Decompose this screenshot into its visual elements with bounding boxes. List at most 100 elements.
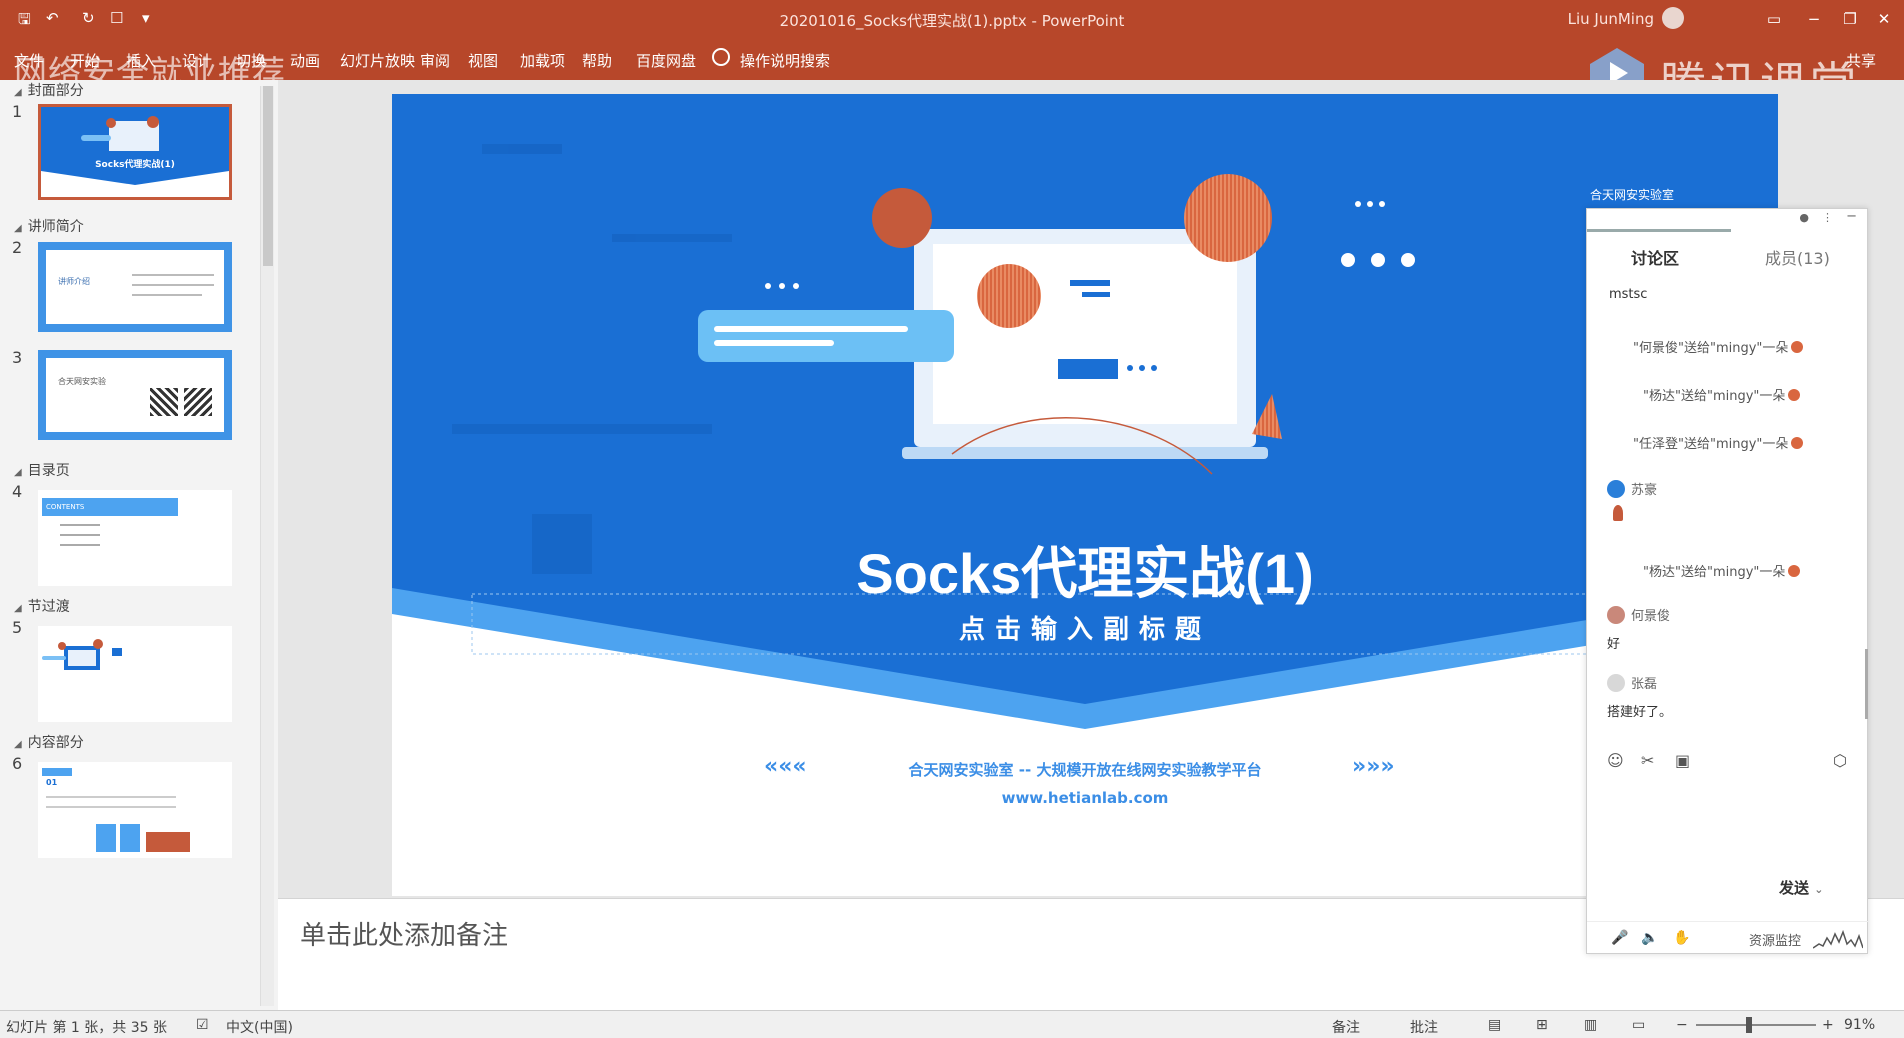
thumb-text: 讲师介绍 <box>58 277 90 286</box>
avatar[interactable] <box>1607 480 1625 498</box>
slide-thumbnail-2[interactable]: 讲师介绍 <box>38 242 232 332</box>
chat-message: mstsc <box>1609 287 1648 302</box>
speaker-icon[interactable]: 🔈 <box>1641 930 1658 946</box>
slide-number: 4 <box>12 482 23 501</box>
thumbnail-scrollbar[interactable] <box>260 86 274 1006</box>
flower-icon <box>1791 437 1804 449</box>
scissors-icon[interactable]: ✂ <box>1641 751 1654 770</box>
slide-title[interactable]: Socks代理实战(1) <box>392 529 1778 610</box>
tab-slideshow[interactable]: 幻灯片放映 <box>340 50 415 71</box>
emoji-icon[interactable]: ☺ <box>1607 751 1624 770</box>
slide-thumbnail-pane: ◢ 封面部分 1 Socks代理实战(1) ◢ 讲师简介 2 讲师介绍 3 合天… <box>0 80 278 1010</box>
section-cover[interactable]: ◢ 封面部分 <box>14 80 84 100</box>
collapse-icon[interactable]: ◢ <box>14 223 22 234</box>
flower-icon <box>1791 341 1804 353</box>
comments-toggle-button[interactable]: 批注 <box>1410 1017 1438 1037</box>
zoom-level[interactable]: 91% <box>1844 1017 1875 1033</box>
language-indicator[interactable]: 中文(中国) <box>226 1017 293 1037</box>
tencent-chat-panel: ● ⋮ − 讨论区 成员(13) mstsc "何景俊"送给"mingy"一朵 … <box>1586 208 1869 955</box>
zoom-in-icon[interactable]: + <box>1822 1017 1834 1033</box>
chevron-down-icon[interactable]: ⌄ <box>1814 883 1823 896</box>
tab-view[interactable]: 视图 <box>468 50 498 71</box>
slide-count: 幻灯片 第 1 张，共 35 张 <box>6 1020 167 1036</box>
section-transition[interactable]: ◢ 节过渡 <box>14 596 70 616</box>
slide-thumbnail-3[interactable]: 合天网安实验 <box>38 350 232 440</box>
slide-sorter-icon[interactable]: ⊞ <box>1536 1017 1548 1033</box>
section-instructor[interactable]: ◢ 讲师简介 <box>14 216 84 236</box>
tab-review[interactable]: 审阅 <box>420 50 450 71</box>
hand-icon[interactable]: ✋ <box>1673 930 1690 946</box>
minimize-icon[interactable]: − <box>1794 6 1834 32</box>
collapse-icon[interactable]: ◢ <box>14 87 22 98</box>
chat-progress-bar <box>1587 229 1731 232</box>
tab-baidu-netdisk[interactable]: 百度网盘 <box>636 50 696 71</box>
pin-icon[interactable]: ● <box>1799 211 1809 224</box>
tab-discussion[interactable]: 讨论区 <box>1631 245 1679 269</box>
image-icon[interactable]: ▣ <box>1675 751 1690 770</box>
thumb-text: 合天网安实验 <box>58 377 106 386</box>
thumb-text: CONTENTS <box>42 498 178 516</box>
more-icon[interactable]: ⋮ <box>1822 211 1833 224</box>
user-name[interactable]: Liu JunMing <box>1568 10 1654 28</box>
powerpoint-window: 🖫 ↶ ↻ ☐ ▾ 20201016_Socks代理实战(1).pptx - P… <box>0 0 1904 1038</box>
lightbulb-icon[interactable] <box>712 48 730 66</box>
avatar[interactable] <box>1607 606 1625 624</box>
zoom-out-icon[interactable]: − <box>1676 1017 1688 1033</box>
normal-view-icon[interactable]: ▤ <box>1488 1017 1501 1033</box>
tab-addins[interactable]: 加载项 <box>520 50 565 71</box>
tab-animations[interactable]: 动画 <box>290 50 320 71</box>
minimize-icon[interactable]: − <box>1846 209 1857 224</box>
collapse-icon[interactable]: ◢ <box>14 467 22 478</box>
send-button[interactable]: 发送 ⌄ <box>1779 877 1823 898</box>
ribbon-display-icon[interactable]: ▭ <box>1754 6 1794 32</box>
notes-toggle-button[interactable]: 备注 <box>1332 1017 1360 1037</box>
slide-subtitle[interactable]: 点击输入副标题 <box>392 609 1778 646</box>
gift-message: "任泽登"送给"mingy"一朵 <box>1633 433 1804 452</box>
section-toc[interactable]: ◢ 目录页 <box>14 460 70 480</box>
chat-user-row: 苏豪 <box>1607 479 1657 498</box>
section-content[interactable]: ◢ 内容部分 <box>14 732 84 752</box>
avatar[interactable] <box>1607 674 1625 692</box>
spellcheck-icon[interactable]: ☑ <box>196 1017 209 1033</box>
settings-icon[interactable]: ⬡ <box>1833 751 1847 770</box>
status-bar: 幻灯片 第 1 张，共 35 张 ☑ 中文(中国) 备注 批注 ▤ ⊞ ▥ ▭ … <box>0 1010 1904 1038</box>
slide-number: 5 <box>12 618 23 637</box>
tell-me-search[interactable]: 操作说明搜索 <box>740 50 830 71</box>
flower-icon <box>1613 505 1623 521</box>
tab-members[interactable]: 成员(13) <box>1765 245 1830 269</box>
microphone-icon[interactable]: 🎤 <box>1611 930 1628 946</box>
slide-thumbnail-6[interactable]: 01 <box>38 762 232 858</box>
hetian-lab-badge: 合天网安实验室 <box>1590 188 1675 202</box>
slide-number: 1 <box>12 102 23 121</box>
chat-scrollbar[interactable] <box>1865 649 1868 719</box>
chat-header: ● ⋮ − <box>1587 209 1869 233</box>
slide-thumbnail-1[interactable]: Socks代理实战(1) <box>38 104 232 200</box>
gift-message: "何景俊"送给"mingy"一朵 <box>1633 337 1804 356</box>
gift-message: "杨达"送给"mingy"一朵 <box>1643 561 1801 580</box>
reading-view-icon[interactable]: ▥ <box>1584 1017 1597 1033</box>
slideshow-view-icon[interactable]: ▭ <box>1632 1017 1645 1033</box>
chat-bottom-bar: 🎤 🔈 ✋ 资源监控 <box>1587 921 1869 955</box>
collapse-icon[interactable]: ◢ <box>14 603 22 614</box>
flower-icon <box>1788 389 1801 401</box>
zoom-slider-knob[interactable] <box>1746 1017 1752 1033</box>
resource-monitor[interactable]: 资源监控 <box>1749 930 1801 949</box>
slide-thumbnail-5[interactable] <box>38 626 232 722</box>
gift-message: "杨达"送给"mingy"一朵 <box>1643 385 1801 404</box>
slide-thumbnail-4[interactable]: CONTENTS <box>38 490 232 586</box>
close-icon[interactable]: ✕ <box>1864 6 1904 32</box>
thumb-line <box>60 534 100 536</box>
thumb-line <box>46 806 176 808</box>
tab-help[interactable]: 帮助 <box>582 50 612 71</box>
chat-message: 好 <box>1607 637 1621 652</box>
avatar[interactable] <box>1662 7 1684 29</box>
notes-placeholder[interactable]: 单击此处添加备注 <box>300 915 508 952</box>
scrollbar-thumb[interactable] <box>263 86 273 266</box>
zoom-slider[interactable] <box>1696 1024 1816 1026</box>
title-bar: 🖫 ↶ ↻ ☐ ▾ 20201016_Socks代理实战(1).pptx - P… <box>0 0 1904 38</box>
chat-user-row: 张磊 <box>1607 673 1657 692</box>
current-slide[interactable]: 合天网安实验室 Socks代理实战(1) 点击输入副标题 ««« »»» 合天网… <box>392 94 1778 896</box>
thumb-line <box>132 284 214 286</box>
slide-footer-text: 合天网安实验室 -- 大规模开放在线网安实验教学平台 <box>908 761 1262 779</box>
collapse-icon[interactable]: ◢ <box>14 739 22 750</box>
